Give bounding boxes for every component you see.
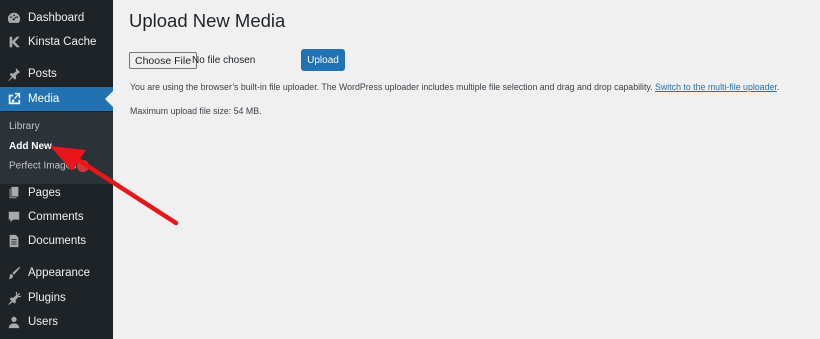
pages-icon xyxy=(7,186,21,200)
submenu-item-perfect-images[interactable]: Perfect Images xyxy=(9,160,90,172)
comments-icon xyxy=(7,210,21,224)
help-text-body: You are using the browser’s built-in fil… xyxy=(130,82,653,92)
menu-item-appearance[interactable]: Appearance xyxy=(0,261,113,285)
menu-label: Pages xyxy=(28,187,61,199)
media-icon xyxy=(7,92,21,106)
admin-sidebar: Dashboard Kinsta Cache Posts Media Libra… xyxy=(0,0,113,339)
documents-icon xyxy=(7,234,21,248)
max-upload-size: Maximum upload file size: 54 MB. xyxy=(130,106,262,116)
submenu-item-library[interactable]: Library xyxy=(9,121,40,132)
menu-item-documents[interactable]: Documents xyxy=(0,229,113,253)
page-title: Upload New Media xyxy=(129,10,286,31)
menu-item-pages[interactable]: Pages xyxy=(0,181,113,205)
multi-file-uploader-link[interactable]: Switch to the multi-file uploader xyxy=(655,82,777,92)
pin-icon xyxy=(7,67,21,81)
notification-badge xyxy=(77,160,90,172)
menu-item-kinsta-cache[interactable]: Kinsta Cache xyxy=(0,30,113,54)
submenu-label: Perfect Images xyxy=(9,160,77,172)
menu-label: Plugins xyxy=(28,292,66,304)
menu-label: Dashboard xyxy=(28,12,85,24)
media-submenu: Library Add New Perfect Images xyxy=(0,112,113,184)
menu-item-users[interactable]: Users xyxy=(0,310,113,334)
help-text-end: . xyxy=(776,82,780,92)
menu-label: Users xyxy=(28,316,59,328)
brush-icon xyxy=(7,266,21,280)
uploader-help-text: You are using the browser’s built-in fil… xyxy=(130,82,779,92)
menu-item-posts[interactable]: Posts xyxy=(0,62,113,86)
choose-file-button[interactable]: Choose File xyxy=(129,52,198,69)
users-icon xyxy=(7,315,21,329)
submenu-item-add-new[interactable]: Add New xyxy=(9,141,52,152)
menu-label: Appearance xyxy=(28,267,91,279)
plug-icon xyxy=(7,291,21,305)
menu-label: Posts xyxy=(28,68,57,80)
file-status-text: No file chosen xyxy=(192,55,256,66)
menu-label: Kinsta Cache xyxy=(28,36,97,48)
menu-item-media[interactable]: Media xyxy=(0,87,113,111)
kinsta-icon xyxy=(7,35,21,49)
menu-item-plugins[interactable]: Plugins xyxy=(0,286,113,310)
upload-button[interactable]: Upload xyxy=(301,49,345,71)
menu-label: Comments xyxy=(28,211,84,223)
menu-label: Documents xyxy=(28,235,87,247)
menu-label: Media xyxy=(28,93,60,105)
menu-item-comments[interactable]: Comments xyxy=(0,205,113,229)
menu-item-dashboard[interactable]: Dashboard xyxy=(0,6,113,30)
main-content: Upload New Media Choose File No file cho… xyxy=(113,0,820,339)
dashboard-icon xyxy=(7,11,21,25)
